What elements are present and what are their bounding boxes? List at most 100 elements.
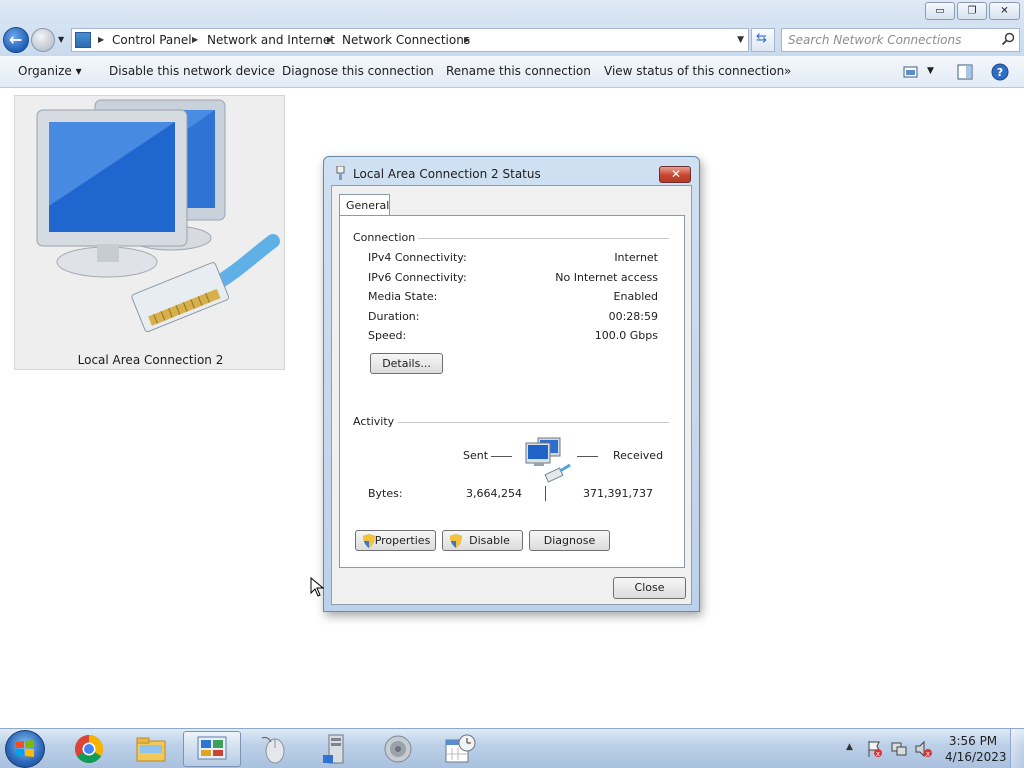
action-center-icon[interactable]: x — [866, 740, 884, 758]
rename-connection-button[interactable]: Rename this connection — [446, 64, 591, 78]
bytes-sent-value: 3,664,254 — [466, 487, 522, 500]
details-button-label: Details... — [382, 357, 431, 370]
disable-device-button[interactable]: Disable this network device — [109, 64, 275, 78]
forward-button[interactable] — [31, 28, 55, 52]
properties-button[interactable]: Properties — [355, 530, 436, 551]
network-activity-icon — [525, 437, 571, 483]
preview-pane-icon[interactable] — [956, 63, 974, 81]
tab-general[interactable]: General — [339, 194, 390, 216]
clock-date[interactable]: 4/16/2023 — [945, 750, 1007, 764]
media-state-label: Media State: — [368, 290, 438, 303]
duration-value: 00:28:59 — [608, 310, 658, 323]
dialog-close-button[interactable]: ✕ — [659, 166, 691, 183]
disable-button[interactable]: Disable — [442, 530, 523, 551]
refresh-button[interactable]: ⇆ — [751, 28, 775, 52]
mouse-cursor-icon — [310, 577, 324, 597]
network-cable-icon — [336, 166, 345, 180]
back-button[interactable]: ← — [3, 27, 29, 53]
svg-text:x: x — [926, 750, 930, 758]
search-input[interactable] — [788, 32, 988, 48]
view-status-button[interactable]: View status of this connection — [604, 64, 784, 78]
bytes-label: Bytes: — [368, 487, 403, 500]
more-commands-button[interactable]: » — [784, 64, 791, 78]
taskbar-mouse-settings[interactable] — [245, 731, 303, 767]
dialog-body: General Connection IPv4 Connectivity: In… — [331, 185, 692, 605]
ipv6-label: IPv6 Connectivity: — [368, 271, 467, 284]
show-desktop-button[interactable] — [1010, 729, 1024, 768]
breadcrumb-network-and-internet[interactable]: Network and Internet — [207, 33, 335, 47]
sent-label: Sent — [463, 449, 489, 462]
calendar-clock-icon — [445, 734, 476, 763]
restore-icon: ❐ — [967, 5, 977, 17]
duration-label: Duration: — [368, 310, 420, 323]
maximize-button[interactable]: ❐ — [957, 2, 987, 20]
search-box[interactable] — [781, 28, 1020, 52]
volume-muted-icon[interactable]: x — [914, 740, 932, 758]
recent-pages-dropdown[interactable]: ▼ — [58, 35, 64, 44]
search-icon[interactable] — [1001, 32, 1015, 46]
dialog-title: Local Area Connection 2 Status — [353, 167, 541, 181]
speed-label: Speed: — [368, 329, 407, 342]
taskbar: ▲ x x 3:56 PM 4/16/2023 — [0, 728, 1024, 768]
general-panel: Connection IPv4 Connectivity: Internet I… — [339, 215, 685, 568]
details-button[interactable]: Details... — [370, 353, 443, 374]
bytes-divider — [545, 486, 546, 501]
minimize-button[interactable]: ▭ — [925, 2, 955, 20]
breadcrumb-network-connections[interactable]: Network Connections — [342, 33, 470, 47]
close-window-button[interactable]: ✕ — [989, 2, 1020, 20]
taskbar-file-explorer[interactable] — [122, 731, 180, 767]
svg-text:x: x — [876, 750, 880, 758]
connection-name[interactable]: Local Area Connection 2 — [15, 353, 286, 367]
taskbar-sound[interactable] — [369, 731, 427, 767]
organize-menu[interactable]: Organize ▾ — [18, 64, 82, 78]
taskbar-chrome[interactable] — [60, 731, 118, 767]
close-dialog-button[interactable]: Close — [613, 577, 686, 599]
view-options-dropdown[interactable]: ▼ — [927, 66, 934, 76]
show-hidden-icons-button[interactable]: ▲ — [846, 742, 853, 752]
diagnose-button-label: Diagnose — [543, 534, 596, 547]
address-history-dropdown[interactable]: ▼ — [737, 35, 744, 45]
control-panel-icon — [75, 32, 91, 48]
received-line — [577, 456, 598, 457]
close-dialog-button-label: Close — [634, 581, 665, 594]
tab-general-label: General — [346, 199, 390, 212]
disable-button-label: Disable — [469, 534, 510, 547]
window-title-bar: ▭ ❐ ✕ — [0, 0, 1024, 24]
ipv4-value: Internet — [614, 251, 658, 264]
sent-line — [491, 456, 512, 457]
bytes-received-value: 371,391,737 — [583, 487, 653, 500]
taskbar-date-time[interactable] — [431, 731, 489, 767]
received-label: Received — [613, 449, 664, 462]
taskbar-control-panel[interactable] — [183, 731, 241, 767]
address-row: ← ▼ ▶ Control Panel ▶ Network and Intern… — [0, 24, 1024, 56]
divider — [398, 422, 669, 423]
connection-status-dialog: Local Area Connection 2 Status ✕ General… — [323, 156, 700, 612]
change-view-icon[interactable] — [902, 63, 920, 81]
connection-tile[interactable]: Local Area Connection 2 — [14, 95, 285, 370]
breadcrumb-arrow-icon[interactable]: ▶ — [98, 35, 104, 44]
breadcrumb-arrow-icon[interactable]: ▶ — [327, 35, 333, 44]
taskbar-server-manager[interactable] — [307, 731, 365, 767]
activity-group-label: Activity — [353, 415, 395, 428]
speed-value: 100.0 Gbps — [594, 329, 658, 342]
help-icon[interactable]: ? — [991, 63, 1009, 81]
chrome-icon — [75, 735, 103, 763]
breadcrumb-arrow-icon[interactable]: ▶ — [192, 35, 198, 44]
network-tray-icon[interactable] — [890, 740, 908, 758]
breadcrumb-control-panel[interactable]: Control Panel — [112, 33, 192, 47]
close-icon: ✕ — [671, 167, 682, 181]
address-bar[interactable]: ▶ Control Panel ▶ Network and Internet ▶… — [71, 28, 749, 52]
media-state-value: Enabled — [613, 290, 658, 303]
control-panel-icon — [197, 736, 227, 760]
diagnose-button[interactable]: Diagnose — [529, 530, 610, 551]
start-button[interactable] — [5, 730, 45, 768]
breadcrumb-arrow-icon[interactable]: ▶ — [464, 35, 470, 44]
diagnose-connection-button[interactable]: Diagnose this connection — [282, 64, 434, 78]
properties-button-label: Properties — [374, 534, 431, 547]
clock-time[interactable]: 3:56 PM — [945, 734, 1001, 748]
network-computers-icon — [36, 99, 280, 333]
file-explorer-icon — [136, 737, 166, 762]
windows-logo-icon — [16, 740, 34, 757]
svg-text:?: ? — [997, 66, 1003, 79]
minimize-icon: ▭ — [935, 5, 945, 17]
